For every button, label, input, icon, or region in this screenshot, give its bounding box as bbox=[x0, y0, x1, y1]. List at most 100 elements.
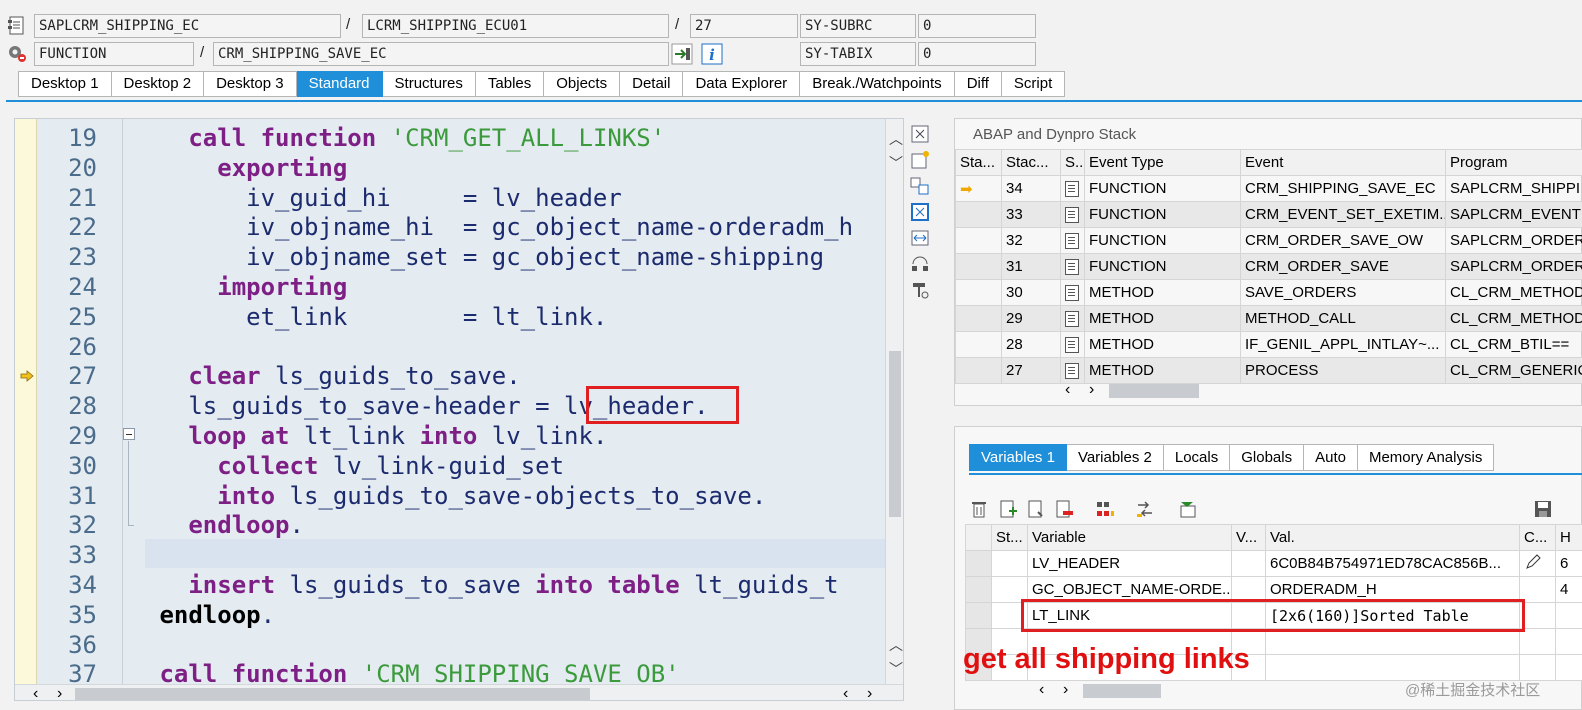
editor-horizontal-scrollbar[interactable]: ‹ › ‹ › bbox=[15, 684, 903, 700]
scroll-down-icon[interactable]: ﹀ bbox=[889, 153, 903, 173]
source-code-editor[interactable]: 19 call function 'CRM_GET_ALL_LINKS' 20 e… bbox=[14, 118, 904, 701]
stack-column-header[interactable]: Event bbox=[1240, 149, 1446, 176]
change-cell[interactable] bbox=[1519, 628, 1556, 655]
edit-pencil-icon[interactable] bbox=[1524, 553, 1542, 575]
new-window-icon[interactable] bbox=[910, 150, 930, 170]
code-line[interactable]: into ls_guids_to_save-objects_to_save. bbox=[145, 482, 766, 512]
scroll-right-icon[interactable]: › bbox=[1063, 681, 1068, 699]
tab-variables-2[interactable]: Variables 2 bbox=[1066, 444, 1164, 471]
scroll-up-icon[interactable]: ︿ bbox=[889, 635, 903, 655]
variables-column-header[interactable]: V... bbox=[1231, 524, 1266, 551]
tools-icon[interactable] bbox=[910, 280, 930, 300]
scroll-down-icon[interactable]: ﹀ bbox=[889, 659, 903, 679]
variables-column-header[interactable]: C... bbox=[1519, 524, 1556, 551]
stack-table[interactable]: Sta... Stac... S.. Event Type Event Program ➡… bbox=[955, 149, 1582, 384]
hex-cell[interactable] bbox=[1555, 602, 1582, 629]
value-cell[interactable] bbox=[1265, 654, 1520, 681]
value-cell[interactable]: 6C0B84B754971ED78CAC856B... bbox=[1265, 550, 1520, 577]
close-window-icon[interactable] bbox=[910, 124, 930, 144]
stack-row[interactable]: 29 METHOD METHOD_CALL CL_CRM_METHOD bbox=[955, 305, 1582, 332]
row-selector-cell[interactable] bbox=[965, 602, 992, 629]
code-line[interactable]: call function 'CRM_GET_ALL_LINKS' bbox=[145, 124, 665, 154]
scroll-right-icon[interactable]: › bbox=[867, 685, 872, 700]
stack-row[interactable]: 31 FUNCTION CRM_ORDER_SAVE SAPLCRM_ORDER bbox=[955, 253, 1582, 280]
stack-column-header[interactable]: S.. bbox=[1060, 149, 1085, 176]
sy-tabix-value[interactable]: 0 bbox=[918, 42, 1036, 66]
row-selector-cell[interactable] bbox=[965, 550, 992, 577]
stack-column-header[interactable]: Event Type bbox=[1084, 149, 1241, 176]
tab-objects[interactable]: Objects bbox=[544, 71, 621, 97]
code-line[interactable]: iv_objname_set = gc_object_name-shipping bbox=[145, 243, 824, 273]
scroll-thumb[interactable] bbox=[1083, 684, 1161, 698]
hex-cell[interactable]: 4 bbox=[1555, 576, 1582, 603]
tab-desktop-2[interactable]: Desktop 2 bbox=[111, 71, 205, 97]
tab-auto[interactable]: Auto bbox=[1304, 444, 1358, 471]
delete-row-icon[interactable] bbox=[1055, 499, 1075, 519]
variables-column-header[interactable]: St... bbox=[991, 524, 1028, 551]
tab-standard[interactable]: Standard bbox=[296, 71, 383, 97]
tab-tables[interactable]: Tables bbox=[475, 71, 545, 97]
scroll-thumb[interactable] bbox=[889, 351, 901, 517]
tab-variables-1[interactable]: Variables 1 bbox=[969, 444, 1067, 471]
layout-icon[interactable] bbox=[910, 254, 930, 274]
fold-toggle-icon[interactable] bbox=[123, 428, 135, 440]
variable-row[interactable]: LV_HEADER 6C0B84B754971ED78CAC856B... 6 bbox=[965, 550, 1582, 577]
stack-column-header[interactable]: Program bbox=[1445, 149, 1582, 176]
value-cell[interactable] bbox=[1265, 628, 1520, 655]
scroll-left-icon[interactable]: ‹ bbox=[1039, 681, 1044, 699]
stack-row[interactable]: 33 FUNCTION CRM_EVENT_SET_EXETIM... SAPLCRM… bbox=[955, 201, 1582, 228]
include-field[interactable]: LCRM_SHIPPING_ECU01 bbox=[362, 14, 669, 38]
variables-column-header[interactable]: Variable bbox=[1027, 524, 1232, 551]
scroll-left-icon[interactable]: ‹ bbox=[843, 685, 848, 700]
copy-row-icon[interactable] bbox=[1027, 499, 1047, 519]
row-selector-cell[interactable] bbox=[965, 576, 992, 603]
width-icon[interactable] bbox=[910, 228, 930, 248]
tab-globals[interactable]: Globals bbox=[1230, 444, 1305, 471]
scroll-left-icon[interactable]: ‹ bbox=[33, 685, 38, 700]
navigate-icon[interactable] bbox=[671, 43, 693, 65]
hex-cell[interactable] bbox=[1555, 628, 1582, 655]
view-cell[interactable] bbox=[1231, 550, 1266, 577]
tab-script[interactable]: Script bbox=[1001, 71, 1066, 97]
change-cell[interactable] bbox=[1519, 654, 1556, 681]
insert-row-icon[interactable] bbox=[999, 499, 1019, 519]
scroll-right-icon[interactable]: › bbox=[1089, 381, 1094, 399]
scroll-up-icon[interactable]: ︿ bbox=[889, 129, 903, 149]
stack-column-header[interactable]: Sta... bbox=[955, 149, 1002, 176]
delete-icon[interactable] bbox=[969, 499, 989, 519]
scroll-right-icon[interactable]: › bbox=[57, 685, 62, 700]
code-line[interactable]: loop at lt_link into lv_link. bbox=[145, 422, 607, 452]
variables-column-header[interactable]: H bbox=[1555, 524, 1582, 551]
event-type-field[interactable]: FUNCTION bbox=[34, 42, 194, 66]
swap-windows-icon[interactable] bbox=[910, 176, 930, 196]
stack-row[interactable]: 28 METHOD IF_GENIL_APPL_INTLAY~... CL_CRM_B… bbox=[955, 331, 1582, 358]
code-line[interactable]: collect lv_link-guid_set bbox=[145, 452, 564, 482]
variable-name-cell[interactable]: LV_HEADER bbox=[1027, 550, 1232, 577]
stack-horizontal-scrollbar[interactable]: ‹ › bbox=[1059, 381, 1209, 399]
code-line[interactable]: exporting bbox=[145, 154, 347, 184]
change-cell[interactable] bbox=[1519, 550, 1556, 577]
tab-structures[interactable]: Structures bbox=[382, 71, 476, 97]
stack-row[interactable]: ➡ 34 FUNCTION CRM_SHIPPING_SAVE_EC SAPLCRM_S… bbox=[955, 175, 1582, 202]
tab-desktop-1[interactable]: Desktop 1 bbox=[18, 71, 112, 97]
scroll-thumb[interactable] bbox=[75, 688, 590, 700]
stack-column-header[interactable]: Stac... bbox=[1001, 149, 1061, 176]
maximize-icon[interactable] bbox=[910, 202, 930, 222]
code-line[interactable]: endloop. bbox=[145, 511, 304, 541]
tab-detail[interactable]: Detail bbox=[620, 71, 684, 97]
code-line[interactable]: endloop. bbox=[145, 601, 275, 631]
transfer-icon[interactable] bbox=[1135, 499, 1155, 519]
tab-memory-analysis[interactable]: Memory Analysis bbox=[1357, 444, 1495, 471]
variables-column-header[interactable]: Val. bbox=[1265, 524, 1520, 551]
line-field[interactable]: 27 bbox=[690, 14, 798, 38]
stack-row[interactable]: 30 METHOD SAVE_ORDERS CL_CRM_METHOD bbox=[955, 279, 1582, 306]
stack-row[interactable]: 27 METHOD PROCESS CL_CRM_GENERIC bbox=[955, 357, 1582, 384]
tab-data-explorer[interactable]: Data Explorer bbox=[683, 71, 801, 97]
stack-row[interactable]: 32 FUNCTION CRM_ORDER_SAVE_OW SAPLCRM_ORDER bbox=[955, 227, 1582, 254]
code-line[interactable]: et_link = lt_link. bbox=[145, 303, 607, 333]
code-line[interactable]: insert ls_guids_to_save into table lt_gu… bbox=[145, 571, 838, 601]
code-line[interactable]: iv_objname_hi = gc_object_name-orderadm_… bbox=[145, 213, 853, 243]
variables-horizontal-scrollbar[interactable]: ‹ › bbox=[1033, 681, 1173, 699]
scroll-thumb[interactable] bbox=[1109, 384, 1199, 398]
export-icon[interactable] bbox=[1177, 499, 1197, 519]
